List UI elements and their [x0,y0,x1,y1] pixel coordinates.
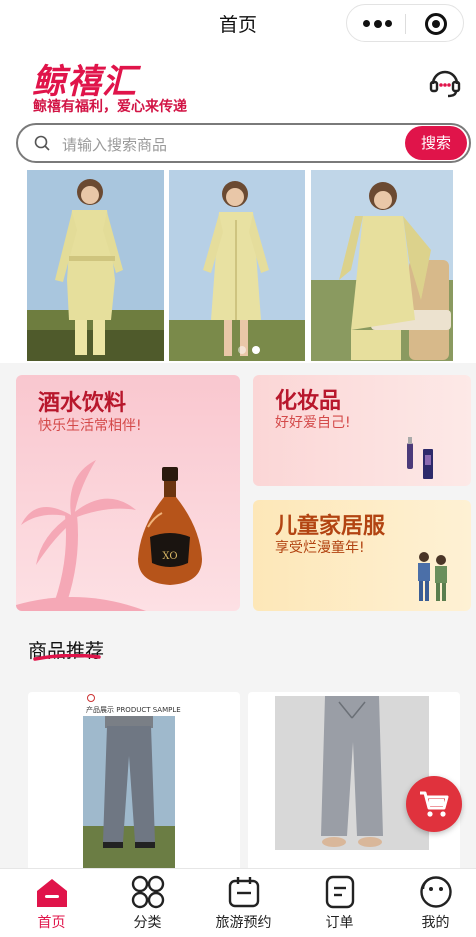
tab-label: 旅游预约 [215,915,272,931]
kids-image [418,552,447,601]
product-image-pants-gray [83,716,175,872]
tab-label: 订单 [325,915,354,931]
category-kids-homewear[interactable]: 儿童家居服 享受烂漫童年! [253,500,471,611]
cognac-bottle-image: XO [138,467,202,585]
profile-icon [420,876,452,908]
category-subtitle: 享受烂漫童年! [275,540,365,556]
product-tag: 产品展示 PRODUCT SAMPLE [86,706,181,714]
tab-label: 首页 [37,915,66,931]
carousel-dot [238,346,246,354]
banner-carousel[interactable] [0,170,476,363]
product-image-pants-light [275,696,429,850]
product-card[interactable]: 产品展示 PRODUCT SAMPLE [28,692,240,872]
category-icon [131,875,165,909]
carousel-indicator [238,346,268,354]
category-drinks[interactable]: 酒水饮料 快乐生活常相伴! XO [16,375,240,611]
cosmetics-image [407,437,433,479]
category-subtitle: 好好爱自己! [275,415,351,431]
category-title: 儿童家居服 [275,514,386,539]
more-icon[interactable] [363,19,393,28]
category-title: 酒水饮料 [38,391,127,416]
sample-mark-icon [87,694,95,702]
tab-orders[interactable]: 订单 [292,869,387,937]
banner-photo-robe[interactable] [27,170,164,361]
tab-home[interactable]: 首页 [4,869,99,937]
close-target-icon[interactable] [425,13,447,35]
search-button[interactable]: 搜索 [405,126,467,160]
header: 鲸禧汇 鲸禧有福利，爱心来传递 请输入搜索商品 搜索 [0,46,476,170]
cart-button[interactable] [406,776,462,832]
brand-slogan: 鲸禧有福利，爱心来传递 [33,99,187,115]
carousel-dot-active [252,346,260,354]
tab-travel-booking[interactable]: 旅游预约 [196,869,291,937]
bottle-label: XO [162,551,177,562]
banner-photo-dress[interactable] [169,170,305,361]
tab-profile[interactable]: 我的 [388,869,476,937]
nav-bar: 首页 [0,0,476,46]
capsule-divider [405,14,406,34]
category-cosmetics[interactable]: 化妆品 好好爱自己! [253,375,471,486]
tab-label: 我的 [421,915,450,931]
banner-photo-sleepwear[interactable] [311,170,453,361]
category-subtitle: 快乐生活常相伴! [38,418,142,434]
section-underline [33,654,101,661]
search-input[interactable]: 请输入搜索商品 [62,134,167,155]
home-page: 首页 鲸禧汇 鲸禧有福利，爱心来传递 请输入搜索商品 搜索 酒水饮料 快乐生活常… [0,0,476,937]
customer-service-icon[interactable] [428,66,462,100]
tab-label: 分类 [133,915,162,931]
cart-icon [420,791,449,817]
tab-category[interactable]: 分类 [100,869,195,937]
search-icon [34,135,50,151]
mini-program-capsule [346,4,464,42]
calendar-icon [228,877,260,908]
tab-bar: 首页 分类 旅游预约 订单 我的 [0,868,476,937]
order-icon [325,875,355,909]
home-icon [37,879,67,907]
search-bar[interactable]: 请输入搜索商品 搜索 [16,123,471,163]
category-title: 化妆品 [275,389,342,414]
